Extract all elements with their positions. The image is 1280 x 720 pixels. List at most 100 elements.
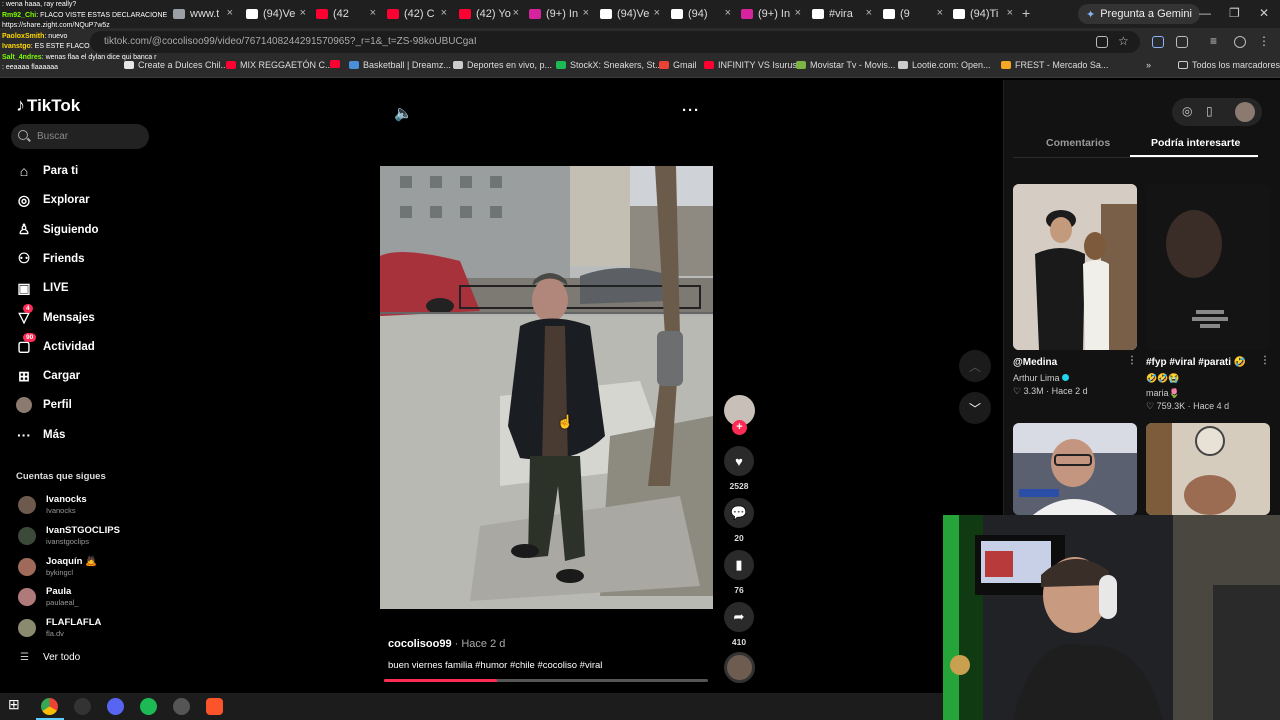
- close-tab-icon[interactable]: ×: [370, 7, 376, 19]
- recommended-thumbnail[interactable]: [1146, 184, 1270, 350]
- followed-account[interactable]: FLAFLAFLA fla.dv: [16, 616, 146, 642]
- bookmarks-overflow-button[interactable]: »: [1146, 60, 1151, 70]
- tab-recommended[interactable]: Podría interesarte: [1151, 137, 1240, 149]
- music-disc[interactable]: [724, 652, 755, 683]
- tab-comments[interactable]: Comentarios: [1046, 137, 1110, 149]
- recommended-thumbnail[interactable]: [1013, 423, 1137, 515]
- nav-item-cargar[interactable]: ⊞ Cargar: [16, 363, 156, 389]
- extension-icon[interactable]: [1152, 36, 1164, 48]
- puzzle-icon[interactable]: [1176, 36, 1188, 48]
- recommended-thumbnail[interactable]: [1013, 184, 1137, 350]
- browser-tab[interactable]: (9+) In ×: [741, 4, 801, 24]
- close-tab-icon[interactable]: ×: [1007, 7, 1013, 19]
- all-bookmarks-button[interactable]: Todos los marcadores: [1178, 60, 1280, 70]
- bookmark-item[interactable]: Deportes en vivo, p...: [453, 60, 552, 70]
- menu-icon[interactable]: ⋮: [1258, 34, 1270, 48]
- search-box[interactable]: [11, 124, 149, 149]
- close-tab-icon[interactable]: ×: [795, 7, 801, 19]
- tiktok-logo[interactable]: ♪ TikTok: [16, 95, 80, 116]
- bookmark-item[interactable]: Movistar Tv - Movis...: [796, 60, 895, 70]
- brave-icon[interactable]: [206, 698, 223, 715]
- bookmark-item[interactable]: Gmail: [659, 60, 697, 70]
- bookmark-item[interactable]: StockX: Sneakers, St...: [556, 60, 663, 70]
- close-tab-icon[interactable]: ×: [937, 7, 943, 19]
- nav-item-explorar[interactable]: ◎ Explorar: [16, 187, 156, 213]
- close-tab-icon[interactable]: ×: [725, 7, 731, 19]
- browser-tab[interactable]: (42) Yo ×: [459, 4, 519, 24]
- browser-tab[interactable]: (94)Ve ×: [600, 4, 660, 24]
- bookmark-item[interactable]: FREST - Mercado Sa...: [1001, 60, 1108, 70]
- recommended-title[interactable]: #fyp #viral #parati 🤣: [1146, 357, 1246, 368]
- more-options-icon[interactable]: ⋮: [1260, 355, 1270, 366]
- recommended-author[interactable]: maria🌷: [1146, 388, 1180, 399]
- browser-tab[interactable]: (42) C ×: [387, 4, 447, 24]
- discord-icon[interactable]: [107, 698, 124, 715]
- followed-account[interactable]: IvanSTGOCLIPS ivanstgoclips: [16, 524, 146, 550]
- browser-tab[interactable]: www.t ×: [173, 4, 233, 24]
- nav-item-perfil[interactable]: Perfil: [16, 392, 156, 418]
- address-bar[interactable]: tiktok.com/@cocolisoo99/video/7671408244…: [90, 31, 1140, 53]
- browser-tab[interactable]: (9+) In ×: [529, 4, 589, 24]
- video-player[interactable]: [380, 166, 713, 609]
- coin-icon[interactable]: ◎: [1182, 104, 1192, 118]
- minimize-button[interactable]: —: [1199, 6, 1211, 20]
- close-tab-icon[interactable]: ×: [583, 7, 589, 19]
- comment-button[interactable]: 💬: [724, 498, 754, 528]
- close-tab-icon[interactable]: ×: [866, 7, 872, 19]
- video-progress-bar[interactable]: [384, 679, 708, 682]
- star-icon[interactable]: ☆: [1118, 34, 1130, 48]
- followed-account[interactable]: Joaquín 🙇 bykingcl: [16, 555, 146, 581]
- recommended-title[interactable]: @Medina: [1013, 357, 1057, 368]
- close-tab-icon[interactable]: ×: [227, 7, 233, 19]
- nav-item-friends[interactable]: ⚇ Friends: [16, 246, 156, 272]
- device-icon[interactable]: ▯: [1206, 104, 1213, 118]
- recommended-thumbnail[interactable]: [1146, 423, 1270, 515]
- like-button[interactable]: ♥: [724, 446, 754, 476]
- app-icon[interactable]: [74, 698, 91, 715]
- nav-item-live[interactable]: ▣ LIVE: [16, 275, 156, 301]
- spotify-icon[interactable]: [140, 698, 157, 715]
- share-button[interactable]: ➦: [724, 602, 754, 632]
- search-input[interactable]: [37, 128, 142, 145]
- chrome-icon[interactable]: [41, 698, 58, 715]
- previous-video-button[interactable]: ︿: [959, 350, 991, 382]
- see-all-button[interactable]: ☰ Ver todo: [20, 652, 80, 663]
- media-icon[interactable]: ≡: [1210, 34, 1222, 48]
- more-options-icon[interactable]: ···: [682, 102, 700, 119]
- browser-tab[interactable]: (94) ×: [671, 4, 731, 24]
- profile-avatar-top[interactable]: [1235, 102, 1255, 122]
- nav-item-mensajes[interactable]: ▽ 4 Mensajes: [16, 303, 156, 331]
- volume-icon[interactable]: 🔈: [394, 104, 413, 122]
- obs-icon[interactable]: [173, 698, 190, 715]
- bookmark-item[interactable]: MIX REGGAETÓN C...: [226, 60, 333, 70]
- save-button[interactable]: ▮: [724, 550, 754, 580]
- close-tab-icon[interactable]: ×: [513, 7, 519, 19]
- browser-tab[interactable]: #vira ×: [812, 4, 872, 24]
- follow-plus-icon[interactable]: +: [732, 420, 747, 435]
- restore-button[interactable]: ❐: [1229, 6, 1240, 20]
- followed-account[interactable]: Paula paulaeal_: [16, 585, 146, 611]
- close-window-button[interactable]: ✕: [1259, 6, 1269, 20]
- browser-tab[interactable]: (94)Ve ×: [246, 4, 306, 24]
- windows-start-icon[interactable]: ⊞: [8, 696, 25, 713]
- close-tab-icon[interactable]: ×: [654, 7, 660, 19]
- bookmark-item[interactable]: Basketball | Dreamz...: [349, 60, 451, 70]
- close-tab-icon[interactable]: ×: [441, 7, 447, 19]
- close-tab-icon[interactable]: ×: [300, 7, 306, 19]
- install-icon[interactable]: [1096, 36, 1108, 48]
- bookmark-item[interactable]: [330, 60, 344, 68]
- bookmark-item[interactable]: INFINITY VS Isurus: [704, 60, 797, 70]
- browser-tab[interactable]: (9 ×: [883, 4, 943, 24]
- bookmark-item[interactable]: Lootie.com: Open...: [898, 60, 991, 70]
- next-video-button[interactable]: ﹀: [959, 392, 991, 424]
- browser-tab[interactable]: (94)Ti ×: [953, 4, 1013, 24]
- nav-item-siguiendo[interactable]: ♙ Siguiendo: [16, 217, 156, 243]
- profile-icon[interactable]: [1234, 36, 1246, 48]
- nav-item-actividad[interactable]: ▢ 90 Actividad: [16, 332, 156, 360]
- video-author[interactable]: cocolisoo99 · Hace 2 d: [388, 638, 505, 650]
- followed-account[interactable]: Ivanocks Ivanocks: [16, 493, 146, 519]
- gemini-button[interactable]: ✦ Pregunta a Gemini: [1078, 4, 1200, 24]
- nav-item-parati[interactable]: ⌂ Para ti: [16, 158, 156, 184]
- more-options-icon[interactable]: ⋮: [1127, 355, 1137, 366]
- recommended-author[interactable]: Arthur Lima: [1013, 373, 1069, 383]
